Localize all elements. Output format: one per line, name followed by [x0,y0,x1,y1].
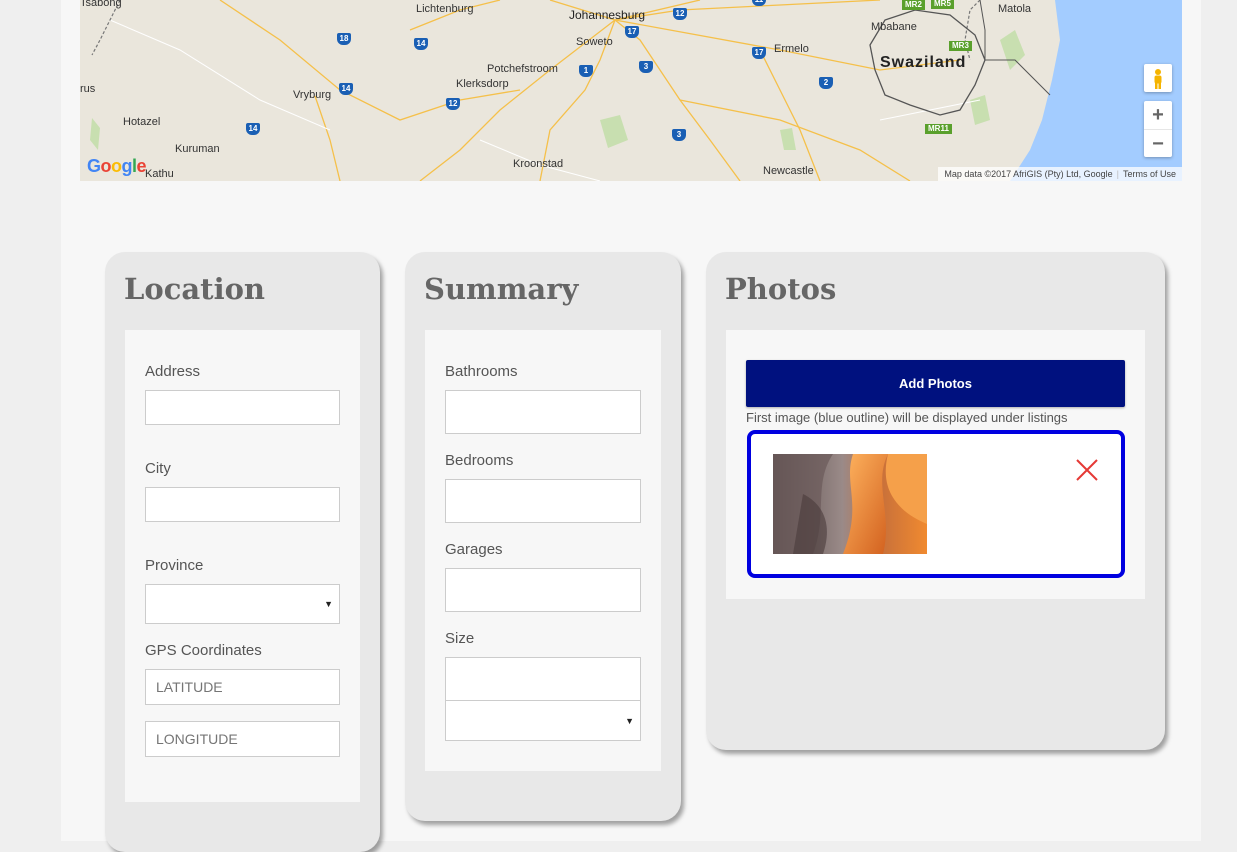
zoom-in-button[interactable]: + [1144,101,1172,129]
map-attribution: Map data ©2017 AfriGIS (Pty) Ltd, Google… [938,167,1182,181]
street-view-pegman-button[interactable] [1144,64,1172,92]
map-attribution-text: Map data ©2017 AfriGIS (Pty) Ltd, Google [944,169,1113,179]
photos-card: Photos Add Photos First image (blue outl… [706,252,1165,750]
bedrooms-label: Bedrooms [445,452,514,469]
add-photos-button[interactable]: Add Photos [746,360,1125,407]
zoom-controls: + − [1144,101,1172,157]
bathrooms-label: Bathrooms [445,363,518,380]
close-icon [1076,459,1098,481]
summary-card: Summary Bathrooms Bedrooms Garages Size … [405,252,681,821]
photos-title: Photos [725,272,837,306]
map-label-ermelo: Ermelo [774,43,809,55]
photo-thumbnail[interactable] [773,454,927,554]
google-logo: Google [87,156,147,176]
route-shield: 3 [639,61,653,73]
route-shield: 14 [246,123,260,135]
terms-of-use-link[interactable]: Terms of Use [1123,169,1176,179]
route-shield: 12 [673,8,687,20]
map-label-lichtenburg: Lichtenburg [416,3,474,15]
location-title: Location [124,272,266,306]
featured-photo-card[interactable] [747,430,1125,578]
city-label: City [145,460,171,477]
location-card: Location Address City Province ▼ GPS Coo… [105,252,380,852]
summary-form: Bathrooms Bedrooms Garages Size ▼ [425,330,661,771]
bathrooms-input[interactable] [445,390,641,434]
map-label-soweto: Soweto [576,36,613,48]
location-form: Address City Province ▼ GPS Coordinates [125,330,360,802]
dropdown-caret-icon: ▼ [324,599,333,609]
map-widget[interactable]: Lichtenburg Johannesburg Soweto Potchefs… [80,0,1182,181]
size-label: Size [445,630,475,647]
bedrooms-input[interactable] [445,479,641,523]
map-label-kuruman: Kuruman [175,143,220,155]
route-shield: 3 [672,129,686,141]
map-label-matola: Matola [998,3,1032,15]
province-select[interactable]: ▼ [145,584,340,624]
remove-photo-button[interactable] [1075,458,1099,482]
gps-label: GPS Coordinates [145,642,262,659]
map-label-kathu: Kathu [145,168,174,180]
zoom-out-button[interactable]: − [1144,129,1172,158]
map-label-klerksdorp: Klerksdorp [456,78,509,90]
route-marker: MR2 [902,0,925,10]
route-shield: 12 [446,98,460,110]
longitude-input[interactable] [145,721,340,757]
garages-input[interactable] [445,568,641,612]
sandstone-canyon-image [773,454,927,554]
dropdown-caret-icon: ▼ [625,715,634,726]
map-label-tsabong: Tsabong [80,0,122,9]
pegman-icon [1154,69,1162,89]
province-label: Province [145,557,204,574]
address-input[interactable] [145,390,340,425]
latitude-input[interactable] [145,669,340,705]
route-marker: MR11 [925,124,952,134]
route-shield: 14 [414,38,428,50]
address-label: Address [145,363,201,380]
size-input[interactable] [445,657,641,701]
route-marker: MR5 [931,0,954,9]
city-input[interactable] [145,487,340,522]
route-shield: 1 [579,65,593,77]
map-label-vryburg: Vryburg [293,89,332,101]
route-shield: 17 [625,26,639,38]
route-shield: 17 [752,47,766,59]
map-label-kroonstad: Kroonstad [513,158,564,170]
map-label-hotazel: Hotazel [123,116,161,128]
map-label-newcastle: Newcastle [763,165,814,177]
photos-hint: First image (blue outline) will be displ… [746,410,1068,425]
route-marker: MR3 [949,41,972,51]
summary-title: Summary [424,272,579,306]
map-label-potchefstroom: Potchefstroom [487,63,558,75]
map-label-swaziland: Swaziland [880,54,967,71]
route-shield: 2 [819,77,833,89]
map-label-mbabane: Mbabane [871,21,917,33]
garages-label: Garages [445,541,503,558]
map-label-johannesburg: Johannesburg [569,8,646,22]
map-label-rus: rus [80,83,96,95]
size-unit-select[interactable]: ▼ [445,700,641,741]
photos-panel: Add Photos First image (blue outline) wi… [726,330,1145,599]
route-shield: 18 [337,33,351,45]
route-shield: 14 [339,83,353,95]
